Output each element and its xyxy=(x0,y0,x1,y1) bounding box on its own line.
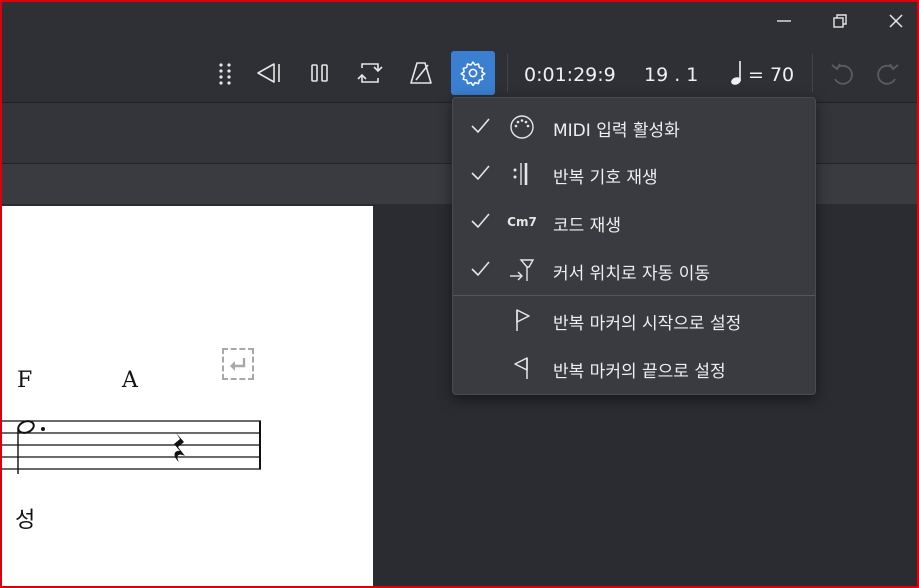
midi-port-icon xyxy=(507,114,537,140)
loop-icon xyxy=(357,63,383,83)
toolbar-separator xyxy=(507,54,508,92)
gear-icon xyxy=(460,61,486,86)
close-icon xyxy=(889,14,903,28)
music-staff[interactable] xyxy=(0,416,270,476)
menu-item-label: MIDI 입력 활성화 xyxy=(553,121,680,141)
lyric-text[interactable]: 성 xyxy=(15,502,35,534)
undo-icon xyxy=(831,63,853,85)
toolbar-separator xyxy=(812,54,813,92)
menu-item-label: 반복 기호 재생 xyxy=(553,168,658,188)
menu-item-set-loop-start[interactable]: 반복 마커의 시작으로 설정 xyxy=(453,296,815,342)
playback-settings-menu: MIDI 입력 활성화 반복 기호 재생 Cm7 코드 재생 커서 위치로 자동… xyxy=(452,97,816,395)
restore-icon xyxy=(833,14,847,28)
playback-settings-button[interactable] xyxy=(451,51,495,95)
rewind-icon xyxy=(257,63,280,83)
checkmark-icon xyxy=(471,261,490,277)
menu-item-set-loop-end[interactable]: 반복 마커의 끝으로 설정 xyxy=(453,344,815,390)
flag-start-icon xyxy=(507,307,537,333)
rewind-button[interactable] xyxy=(247,52,289,94)
menu-item-auto-follow-cursor[interactable]: 커서 위치로 자동 이동 xyxy=(453,246,815,292)
chord-symbol-icon: Cm7 xyxy=(507,209,537,235)
menu-item-label: 반복 마커의 끝으로 설정 xyxy=(553,362,726,382)
cursor-follow-icon xyxy=(507,257,537,283)
title-bar xyxy=(0,0,919,44)
tempo-value: = 70 xyxy=(748,64,795,86)
metronome-icon xyxy=(410,62,432,84)
return-arrow-icon xyxy=(230,358,246,371)
chord-symbol-icon-text: Cm7 xyxy=(507,215,537,229)
pause-button[interactable] xyxy=(299,52,341,94)
playback-time: 0:01:29:9 xyxy=(524,64,616,86)
minimize-button[interactable] xyxy=(767,6,801,36)
repeat-barline-icon xyxy=(507,161,537,187)
checkmark-icon xyxy=(471,213,490,229)
checkmark-icon xyxy=(471,118,490,134)
redo-icon xyxy=(877,63,899,85)
menu-item-play-repeats[interactable]: 반복 기호 재생 xyxy=(453,150,815,196)
chord-symbol[interactable]: F xyxy=(17,368,32,393)
menu-item-play-chords[interactable]: Cm7 코드 재생 xyxy=(453,198,815,244)
chord-symbol[interactable]: A xyxy=(122,368,138,393)
line-break-marker[interactable] xyxy=(222,348,254,380)
minimize-icon xyxy=(777,20,791,22)
close-button[interactable] xyxy=(879,6,913,36)
pause-icon xyxy=(311,64,328,82)
metronome-button[interactable] xyxy=(400,52,442,94)
restore-button[interactable] xyxy=(823,6,857,36)
quarter-note-icon xyxy=(731,61,741,85)
loop-button[interactable] xyxy=(349,52,391,94)
checkmark-icon xyxy=(471,165,490,181)
playback-toolbar: 0:01:29:9 19 . 1 = 70 xyxy=(0,44,919,103)
flag-end-icon xyxy=(507,355,537,381)
toolbar-drag-handle[interactable] xyxy=(204,52,246,94)
score-page[interactable]: F A 성 xyxy=(0,206,373,588)
menu-item-midi-input[interactable]: MIDI 입력 활성화 xyxy=(453,103,815,149)
undo-button[interactable] xyxy=(822,52,864,94)
drag-handle-icon xyxy=(219,63,231,85)
menu-item-label: 코드 재생 xyxy=(553,216,621,236)
redo-button[interactable] xyxy=(866,52,908,94)
playback-position: 19 . 1 xyxy=(644,64,699,86)
menu-item-label: 반복 마커의 시작으로 설정 xyxy=(553,314,742,334)
menu-item-label: 커서 위치로 자동 이동 xyxy=(553,264,710,284)
